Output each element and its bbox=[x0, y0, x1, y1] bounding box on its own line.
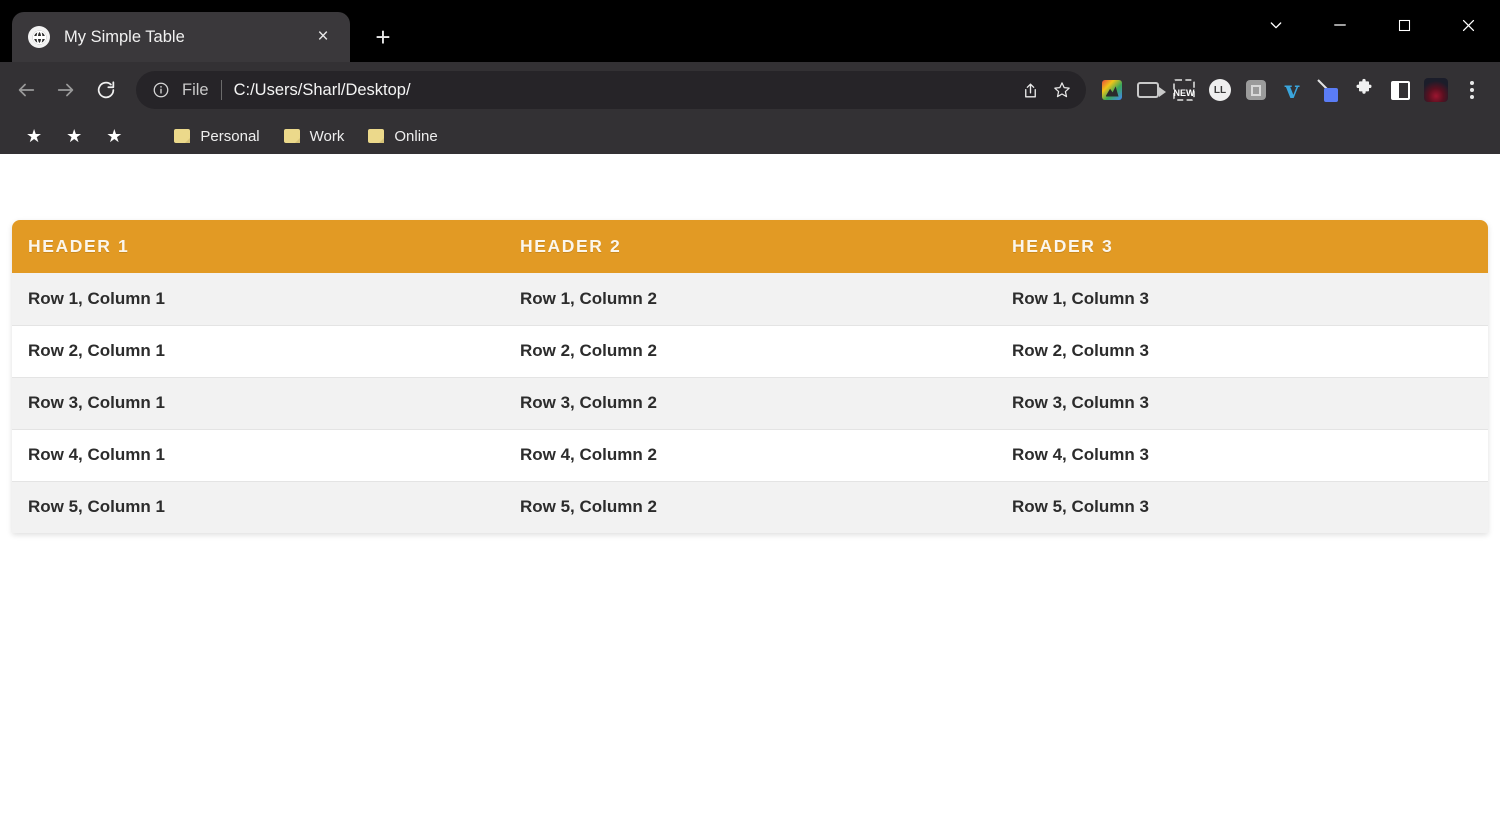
chrome-menu-button[interactable] bbox=[1454, 72, 1490, 108]
star-icon: ★ bbox=[66, 127, 82, 145]
url-text[interactable]: C:/Users/Sharl/Desktop/ bbox=[234, 81, 1014, 100]
profile-avatar[interactable] bbox=[1418, 72, 1454, 108]
image-editor-extension[interactable] bbox=[1094, 72, 1130, 108]
table-row: Row 1, Column 1 Row 1, Column 2 Row 1, C… bbox=[12, 273, 1488, 325]
avatar-icon bbox=[1424, 78, 1448, 102]
window-controls bbox=[1244, 0, 1500, 50]
table-cell: Row 5, Column 2 bbox=[504, 481, 996, 533]
tab-title: My Simple Table bbox=[64, 28, 310, 47]
table-cell: Row 1, Column 1 bbox=[12, 273, 504, 325]
maximize-button[interactable] bbox=[1372, 2, 1436, 48]
color-picker-extension[interactable] bbox=[1310, 72, 1346, 108]
address-bar[interactable]: File C:/Users/Sharl/Desktop/ bbox=[136, 71, 1086, 109]
info-circle-icon[interactable] bbox=[150, 79, 172, 101]
v-letter-icon: v bbox=[1285, 78, 1299, 102]
table-cell: Row 1, Column 3 bbox=[996, 273, 1488, 325]
bookmark-label: Work bbox=[310, 128, 345, 145]
page-viewport: HEADER 1 HEADER 2 HEADER 3 Row 1, Column… bbox=[0, 154, 1500, 817]
tab-search-button[interactable] bbox=[1244, 2, 1308, 48]
table-cell: Row 2, Column 1 bbox=[12, 325, 504, 377]
screen-share-extension[interactable] bbox=[1130, 72, 1166, 108]
table-cell: Row 4, Column 1 bbox=[12, 429, 504, 481]
minimize-button[interactable] bbox=[1308, 2, 1372, 48]
puzzle-piece-icon bbox=[1354, 78, 1374, 102]
folder-icon bbox=[368, 129, 384, 143]
url-scheme-label: File bbox=[182, 81, 209, 100]
bookmarks-bar: ★ ★ ★ Personal Work Online bbox=[0, 118, 1500, 154]
screen-arrow-icon bbox=[1137, 82, 1159, 98]
ll-extension[interactable]: LL bbox=[1202, 72, 1238, 108]
extensions-menu-button[interactable] bbox=[1346, 72, 1382, 108]
three-dots-icon bbox=[1470, 81, 1474, 99]
table-head: HEADER 1 HEADER 2 HEADER 3 bbox=[12, 220, 1488, 273]
folder-icon bbox=[284, 129, 300, 143]
star-icon: ★ bbox=[26, 127, 42, 145]
pen-swatch-icon bbox=[1316, 78, 1340, 102]
table-row: Row 3, Column 1 Row 3, Column 2 Row 3, C… bbox=[12, 377, 1488, 429]
table-cell: Row 3, Column 3 bbox=[996, 377, 1488, 429]
table-cell: Row 5, Column 3 bbox=[996, 481, 1488, 533]
grey-square-extension[interactable] bbox=[1238, 72, 1274, 108]
color-image-icon bbox=[1102, 80, 1122, 100]
browser-toolbar: File C:/Users/Sharl/Desktop/ NEW LL v bbox=[0, 62, 1500, 118]
simple-table: HEADER 1 HEADER 2 HEADER 3 Row 1, Column… bbox=[12, 220, 1488, 533]
close-icon[interactable]: × bbox=[310, 24, 336, 50]
bookmark-folder-personal[interactable]: Personal bbox=[166, 122, 267, 150]
page-content: HEADER 1 HEADER 2 HEADER 3 Row 1, Column… bbox=[0, 154, 1500, 533]
table-header-row: HEADER 1 HEADER 2 HEADER 3 bbox=[12, 220, 1488, 273]
back-button[interactable] bbox=[6, 70, 46, 110]
bookmark-folder-online[interactable]: Online bbox=[360, 122, 445, 150]
table-row: Row 2, Column 1 Row 2, Column 2 Row 2, C… bbox=[12, 325, 1488, 377]
column-header-1: HEADER 1 bbox=[12, 220, 504, 273]
table-cell: Row 3, Column 1 bbox=[12, 377, 504, 429]
table-cell: Row 5, Column 1 bbox=[12, 481, 504, 533]
bookmark-star-2[interactable]: ★ bbox=[58, 122, 90, 150]
table-cell: Row 4, Column 2 bbox=[504, 429, 996, 481]
ll-circle-icon: LL bbox=[1209, 79, 1231, 101]
column-header-3: HEADER 3 bbox=[996, 220, 1488, 273]
tab-strip: My Simple Table × + bbox=[0, 0, 1500, 62]
table-row: Row 4, Column 1 Row 4, Column 2 Row 4, C… bbox=[12, 429, 1488, 481]
forward-button[interactable] bbox=[46, 70, 86, 110]
browser-window: My Simple Table × + bbox=[0, 0, 1500, 817]
table-cell: Row 2, Column 2 bbox=[504, 325, 996, 377]
close-button[interactable] bbox=[1436, 2, 1500, 48]
table-body: Row 1, Column 1 Row 1, Column 2 Row 1, C… bbox=[12, 273, 1488, 533]
side-panel-button[interactable] bbox=[1382, 72, 1418, 108]
bookmark-star-icon[interactable] bbox=[1046, 74, 1078, 106]
table-cell: Row 1, Column 2 bbox=[504, 273, 996, 325]
star-icon: ★ bbox=[106, 127, 122, 145]
table-row: Row 5, Column 1 Row 5, Column 2 Row 5, C… bbox=[12, 481, 1488, 533]
column-header-2: HEADER 2 bbox=[504, 220, 996, 273]
bookmark-folder-work[interactable]: Work bbox=[276, 122, 353, 150]
side-panel-icon bbox=[1391, 81, 1410, 100]
bookmark-label: Online bbox=[394, 128, 437, 145]
table-cell: Row 2, Column 3 bbox=[996, 325, 1488, 377]
new-badge-icon: NEW bbox=[1173, 79, 1195, 101]
omnibox-divider bbox=[221, 80, 222, 100]
browser-tab[interactable]: My Simple Table × bbox=[12, 12, 350, 62]
share-icon[interactable] bbox=[1014, 74, 1046, 106]
table-cell: Row 3, Column 2 bbox=[504, 377, 996, 429]
new-badge-extension[interactable]: NEW bbox=[1166, 72, 1202, 108]
bookmark-star-3[interactable]: ★ bbox=[98, 122, 130, 150]
grey-square-icon bbox=[1246, 80, 1266, 100]
bookmark-label: Personal bbox=[200, 128, 259, 145]
reload-button[interactable] bbox=[86, 70, 126, 110]
extension-toolbar: NEW LL v bbox=[1094, 72, 1490, 108]
folder-icon bbox=[174, 129, 190, 143]
table-cell: Row 4, Column 3 bbox=[996, 429, 1488, 481]
new-tab-button[interactable]: + bbox=[366, 20, 400, 54]
vimeo-extension[interactable]: v bbox=[1274, 72, 1310, 108]
globe-icon bbox=[28, 26, 50, 48]
bookmark-star-1[interactable]: ★ bbox=[18, 122, 50, 150]
